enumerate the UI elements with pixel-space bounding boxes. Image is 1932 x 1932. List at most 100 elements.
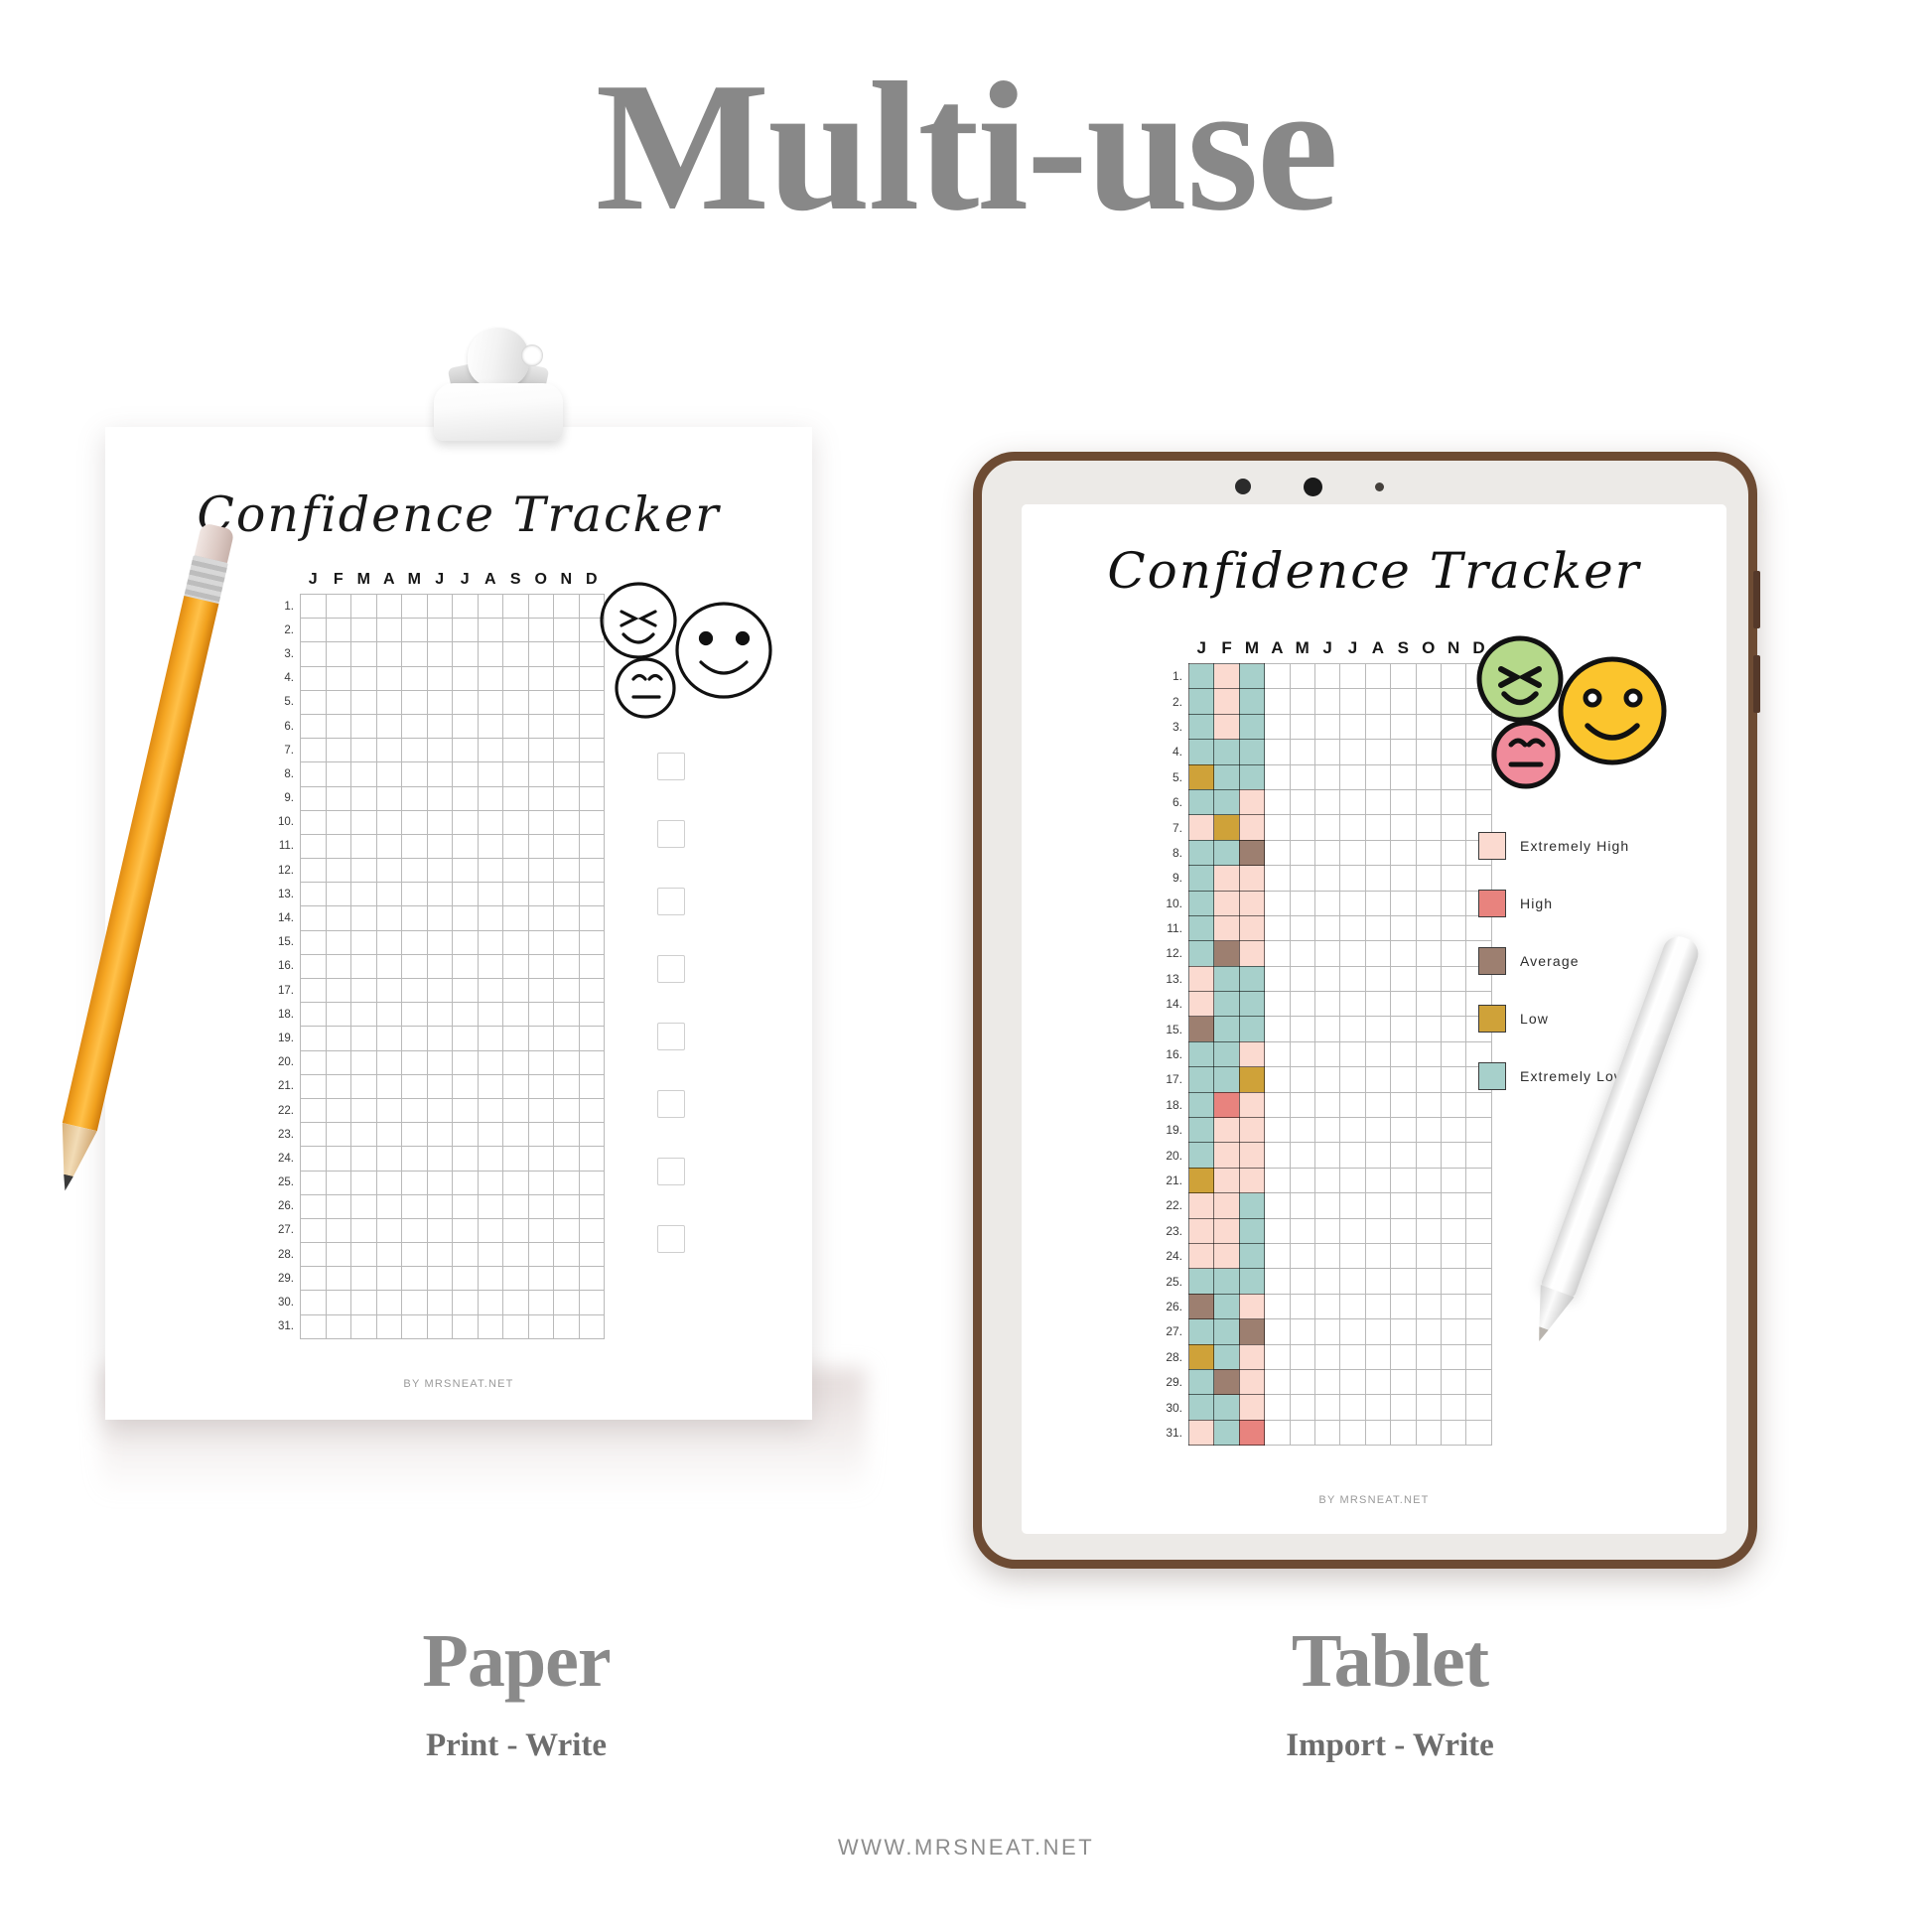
grid-cell[interactable] xyxy=(553,1217,580,1244)
grid-cell[interactable] xyxy=(401,761,428,787)
grid-cell[interactable] xyxy=(1213,1242,1240,1270)
grid-cell[interactable] xyxy=(452,1097,479,1124)
grid-cell[interactable] xyxy=(553,858,580,884)
grid-cell[interactable] xyxy=(1289,1091,1315,1119)
grid-cell[interactable] xyxy=(426,689,453,715)
grid-cell[interactable] xyxy=(1339,713,1366,741)
grid-cell[interactable] xyxy=(300,738,327,763)
grid-cell[interactable] xyxy=(401,785,428,811)
grid-cell[interactable] xyxy=(1187,713,1215,741)
grid-cell[interactable] xyxy=(1238,788,1266,816)
grid-cell[interactable] xyxy=(527,1193,554,1219)
grid-cell[interactable] xyxy=(553,977,580,1004)
grid-cell[interactable] xyxy=(1339,662,1366,690)
grid-cell[interactable] xyxy=(1264,688,1291,715)
grid-cell[interactable] xyxy=(553,738,580,763)
grid-cell[interactable] xyxy=(1440,688,1467,715)
grid-cell[interactable] xyxy=(300,1313,327,1339)
grid-cell[interactable] xyxy=(375,689,402,715)
grid-cell[interactable] xyxy=(300,882,327,907)
grid-cell[interactable] xyxy=(300,1217,327,1244)
grid-cell[interactable] xyxy=(1415,965,1442,993)
grid-cell[interactable] xyxy=(1289,865,1315,892)
grid-cell[interactable] xyxy=(1238,1394,1266,1421)
grid-cell[interactable] xyxy=(452,641,479,667)
grid-cell[interactable] xyxy=(1440,1091,1467,1119)
grid-cell[interactable] xyxy=(300,593,327,620)
grid-cell[interactable] xyxy=(1187,914,1215,942)
grid-cell[interactable] xyxy=(1238,1343,1266,1370)
grid-cell[interactable] xyxy=(1339,914,1366,942)
grid-cell[interactable] xyxy=(1364,1343,1392,1370)
grid-cell[interactable] xyxy=(1289,1343,1315,1370)
grid-cell[interactable] xyxy=(1364,1016,1392,1042)
grid-cell[interactable] xyxy=(426,858,453,884)
grid-cell[interactable] xyxy=(1187,1192,1215,1219)
grid-cell[interactable] xyxy=(350,1290,377,1315)
grid-cell[interactable] xyxy=(1364,1293,1392,1320)
grid-cell[interactable] xyxy=(553,1049,580,1075)
grid-cell[interactable] xyxy=(1440,839,1467,867)
grid-cell[interactable] xyxy=(527,977,554,1004)
grid-cell[interactable] xyxy=(1289,1419,1315,1447)
grid-cell[interactable] xyxy=(1440,1268,1467,1295)
grid-cell[interactable] xyxy=(1289,1040,1315,1068)
grid-cell[interactable] xyxy=(477,1073,503,1099)
grid-cell[interactable] xyxy=(477,1026,503,1051)
grid-cell[interactable] xyxy=(1440,1242,1467,1270)
grid-cell[interactable] xyxy=(1364,965,1392,993)
checkbox[interactable] xyxy=(657,1225,685,1253)
grid-cell[interactable] xyxy=(1390,1419,1417,1447)
grid-cell[interactable] xyxy=(1238,1192,1266,1219)
grid-cell[interactable] xyxy=(1264,662,1291,690)
grid-cell[interactable] xyxy=(350,618,377,643)
grid-cell[interactable] xyxy=(1289,763,1315,790)
grid-cell[interactable] xyxy=(477,689,503,715)
grid-cell[interactable] xyxy=(1440,940,1467,967)
grid-cell[interactable] xyxy=(553,1290,580,1315)
grid-cell[interactable] xyxy=(1364,788,1392,816)
grid-cell[interactable] xyxy=(1440,763,1467,790)
grid-cell[interactable] xyxy=(1238,965,1266,993)
grid-cell[interactable] xyxy=(578,1097,605,1124)
grid-cell[interactable] xyxy=(1339,940,1366,967)
grid-cell[interactable] xyxy=(325,1217,351,1244)
grid-cell[interactable] xyxy=(452,618,479,643)
grid-cell[interactable] xyxy=(452,1002,479,1028)
grid-cell[interactable] xyxy=(1187,1419,1215,1447)
grid-cell[interactable] xyxy=(502,809,529,835)
grid-cell[interactable] xyxy=(1415,865,1442,892)
grid-cell[interactable] xyxy=(477,1122,503,1148)
grid-cell[interactable] xyxy=(502,1122,529,1148)
grid-cell[interactable] xyxy=(325,1266,351,1292)
grid-cell[interactable] xyxy=(375,1122,402,1148)
grid-cell[interactable] xyxy=(1238,1419,1266,1447)
grid-cell[interactable] xyxy=(325,833,351,860)
grid-cell[interactable] xyxy=(527,1266,554,1292)
grid-cell[interactable] xyxy=(1213,713,1240,741)
grid-cell[interactable] xyxy=(1364,1318,1392,1345)
grid-cell[interactable] xyxy=(375,905,402,931)
grid-cell[interactable] xyxy=(1187,1394,1215,1421)
grid-cell[interactable] xyxy=(553,618,580,643)
grid-cell[interactable] xyxy=(401,1002,428,1028)
grid-cell[interactable] xyxy=(1390,914,1417,942)
grid-cell[interactable] xyxy=(300,785,327,811)
grid-cell[interactable] xyxy=(426,953,453,980)
grid-cell[interactable] xyxy=(1415,1016,1442,1042)
grid-cell[interactable] xyxy=(452,1026,479,1051)
grid-cell[interactable] xyxy=(426,905,453,931)
grid-cell[interactable] xyxy=(1313,1268,1341,1295)
grid-cell[interactable] xyxy=(1364,814,1392,841)
grid-cell[interactable] xyxy=(1415,739,1442,765)
grid-cell[interactable] xyxy=(1390,1192,1417,1219)
grid-cell[interactable] xyxy=(1313,788,1341,816)
grid-cell[interactable] xyxy=(1415,1192,1442,1219)
grid-cell[interactable] xyxy=(1313,713,1341,741)
checkbox[interactable] xyxy=(657,1158,685,1185)
grid-cell[interactable] xyxy=(1289,890,1315,916)
grid-cell[interactable] xyxy=(300,1049,327,1075)
grid-cell[interactable] xyxy=(1313,965,1341,993)
grid-cell[interactable] xyxy=(502,1049,529,1075)
grid-cell[interactable] xyxy=(1238,814,1266,841)
